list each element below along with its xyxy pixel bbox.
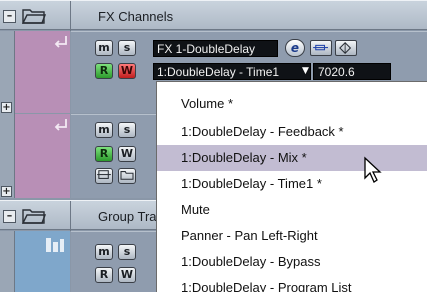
folder-title: FX Channels (98, 9, 174, 24)
menu-item[interactable]: 1:DoubleDelay - Time1 * (157, 171, 427, 197)
project-window: – FX Channels + + m s FX 1-DoubleDelay e (0, 0, 427, 292)
track-name-field[interactable]: FX 1-DoubleDelay (153, 40, 278, 57)
menu-item[interactable]: 1:DoubleDelay - Bypass (157, 249, 427, 275)
insert-bypass-button[interactable] (310, 40, 332, 56)
automation-value-field[interactable]: 7020.6 (313, 63, 391, 80)
folder-divider (70, 201, 71, 231)
menu-item[interactable]: 1:DoubleDelay - Feedback * (157, 119, 427, 145)
write-automation-button[interactable]: W (118, 267, 136, 283)
mute-button[interactable]: m (95, 40, 113, 56)
mouse-cursor-icon (364, 156, 382, 183)
edit-channel-button[interactable]: e (285, 39, 305, 57)
folder-icon (22, 9, 46, 24)
read-automation-button[interactable]: R (95, 267, 113, 283)
solo-button[interactable]: s (118, 244, 136, 260)
insert-icon (313, 44, 328, 51)
menu-item[interactable]: Volume * (157, 91, 427, 117)
return-arrow-icon (54, 36, 67, 48)
chevron-down-icon[interactable]: ▼ (300, 63, 311, 80)
menu-item-highlighted[interactable]: 1:DoubleDelay - Mix * (157, 145, 427, 171)
return-arrow-icon (54, 119, 67, 131)
fx-channels-folder-header[interactable]: – FX Channels (0, 0, 427, 31)
mute-button[interactable]: m (95, 244, 113, 260)
expand-automation-icon[interactable]: + (1, 186, 12, 197)
menu-item[interactable]: Mute (157, 197, 427, 223)
folder-small-icon (120, 171, 134, 180)
solo-button[interactable]: s (118, 40, 136, 56)
collapse-folder-icon[interactable]: – (3, 210, 16, 223)
folder-lane (0, 231, 15, 292)
read-automation-button[interactable]: R (95, 63, 113, 79)
folder-lane (0, 31, 15, 198)
folder-divider (70, 1, 71, 31)
read-automation-button[interactable]: R (95, 146, 113, 162)
menu-item[interactable]: Panner - Pan Left-Right (157, 223, 427, 249)
collapse-folder-icon[interactable]: – (3, 10, 16, 23)
routing-icon (97, 170, 111, 179)
folder-toggle-button[interactable] (118, 168, 136, 184)
menu-item[interactable]: 1:DoubleDelay - Program List (157, 275, 427, 292)
write-automation-button[interactable]: W (118, 146, 136, 162)
expand-automation-icon[interactable]: + (1, 102, 12, 113)
group-channel-icon (46, 238, 64, 252)
automation-parameter-menu: Volume * 1:DoubleDelay - Feedback * 1:Do… (156, 81, 427, 292)
send-bypass-button[interactable] (335, 40, 357, 56)
automation-parameter-select[interactable]: 1:DoubleDelay - Time1 (153, 63, 311, 80)
solo-button[interactable]: s (118, 122, 136, 138)
folder-icon (22, 209, 46, 224)
mute-button[interactable]: m (95, 122, 113, 138)
write-automation-button[interactable]: W (118, 63, 136, 79)
send-diamond-icon (339, 42, 352, 54)
routing-button[interactable] (95, 168, 113, 184)
